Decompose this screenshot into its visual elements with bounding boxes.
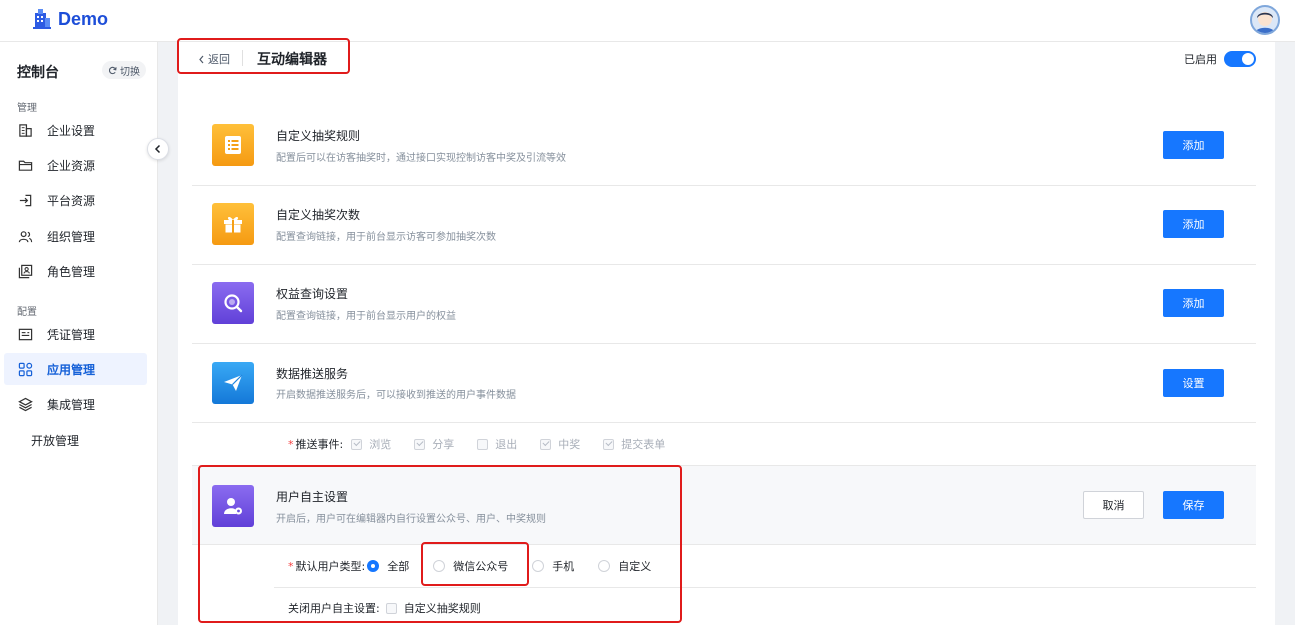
section-config: 配置 bbox=[17, 307, 37, 318]
chevron-left-icon bbox=[154, 144, 161, 154]
sidebar-item-platform-resources[interactable]: 平台资源 bbox=[4, 184, 147, 216]
switch-label: 切换 bbox=[120, 66, 140, 78]
item-desc: 配置查询链接，用于前台显示用户的权益 bbox=[276, 311, 456, 322]
gift-icon bbox=[212, 203, 254, 245]
logo-text: Demo bbox=[58, 8, 109, 29]
id-card-icon bbox=[18, 264, 33, 278]
radio-custom[interactable] bbox=[598, 560, 611, 572]
user-gear-icon bbox=[212, 485, 254, 527]
sidebar-item-open-management[interactable]: 开放管理 bbox=[31, 432, 79, 449]
item-title: 自定义抽奖次数 bbox=[276, 208, 361, 222]
sidebar-item-label: 企业设置 bbox=[47, 123, 96, 138]
list-item-data-push: 数据推送服务 开启数据推送服务后，可以接收到推送的用户事件数据 设置 bbox=[192, 344, 1256, 423]
sidebar-item-label: 组织管理 bbox=[47, 229, 96, 244]
radio-wechat-official[interactable] bbox=[433, 560, 446, 572]
push-events-row: * 推送事件: 浏览 分享 退出 中奖 提交表单 bbox=[288, 437, 666, 452]
item-desc: 开启数据推送服务后，可以接收到推送的用户事件数据 bbox=[276, 390, 516, 401]
header-divider bbox=[242, 50, 243, 66]
chevron-left-icon bbox=[199, 55, 204, 63]
radio-phone[interactable] bbox=[532, 560, 545, 572]
sidebar-item-label: 角色管理 bbox=[47, 264, 96, 279]
row-divider bbox=[274, 544, 1256, 545]
save-button[interactable]: 保存 bbox=[1163, 491, 1224, 519]
list-icon bbox=[212, 124, 254, 166]
add-button[interactable]: 添加 bbox=[1163, 131, 1224, 159]
item-desc: 开启后，用户可在编辑器内自行设置公众号、用户、中奖规则 bbox=[276, 514, 546, 525]
console-title: 控制台 bbox=[17, 65, 59, 81]
item-desc: 配置后可以在访客抽奖时，通过接口实现控制访客中奖及引流等效 bbox=[276, 153, 566, 164]
close-custom-lottery-rule-checkbox[interactable] bbox=[385, 602, 397, 614]
push-event-checkbox-exit[interactable] bbox=[477, 438, 489, 450]
apps-grid-icon bbox=[18, 362, 33, 376]
list-item-benefit-query: 权益查询设置 配置查询链接，用于前台显示用户的权益 添加 bbox=[192, 265, 1256, 344]
sidebar-item-label: 应用管理 bbox=[47, 362, 96, 377]
enabled-toggle[interactable] bbox=[1224, 51, 1256, 67]
default-user-type-label: 默认用户类型: bbox=[295, 560, 366, 573]
building-logo-icon bbox=[32, 8, 52, 30]
close-user-setting-label: 关闭用户自主设置: bbox=[288, 602, 380, 615]
login-icon bbox=[19, 194, 32, 206]
sidebar-item-app-management[interactable]: 应用管理 bbox=[4, 353, 147, 385]
list-item-custom-lottery-rule: 自定义抽奖规则 配置后可以在访客抽奖时，通过接口实现控制访客中奖及引流等效 添加 bbox=[192, 106, 1256, 186]
back-button[interactable]: 返回 bbox=[198, 51, 230, 67]
radio-all[interactable] bbox=[367, 560, 380, 572]
row-divider bbox=[274, 587, 1256, 588]
sidebar: 控制台 切换 管理 企业设置 企业资源 平台资源 组织管理 角色管理 配置 凭证… bbox=[0, 42, 158, 625]
page-title: 互动编辑器 bbox=[257, 52, 327, 68]
refresh-icon bbox=[108, 66, 117, 74]
logo[interactable]: Demo bbox=[32, 8, 108, 30]
default-user-type-row: * 默认用户类型: 全部 微信公众号 手机 自定义 bbox=[288, 559, 652, 574]
close-user-setting-row: 关闭用户自主设置: 自定义抽奖规则 bbox=[288, 602, 481, 615]
sidebar-item-label: 凭证管理 bbox=[47, 327, 96, 342]
sidebar-item-roles[interactable]: 角色管理 bbox=[4, 255, 147, 287]
paper-plane-icon bbox=[212, 362, 254, 404]
item-title: 权益查询设置 bbox=[276, 287, 349, 301]
push-event-checkbox-share[interactable] bbox=[414, 438, 426, 450]
sidebar-item-credentials[interactable]: 凭证管理 bbox=[4, 318, 147, 350]
push-event-checkbox-submit-form[interactable] bbox=[603, 438, 615, 450]
sidebar-item-enterprise-resources[interactable]: 企业资源 bbox=[4, 149, 147, 181]
avatar-face-icon bbox=[1255, 12, 1275, 33]
credential-icon bbox=[18, 328, 33, 340]
sidebar-item-integration[interactable]: 集成管理 bbox=[4, 388, 147, 420]
folder-icon bbox=[18, 160, 33, 171]
page-gutter bbox=[1275, 42, 1295, 625]
sidebar-item-label: 平台资源 bbox=[47, 193, 96, 208]
item-title: 自定义抽奖规则 bbox=[276, 129, 361, 143]
switch-button[interactable]: 切换 bbox=[102, 61, 146, 79]
building-icon bbox=[19, 123, 32, 137]
list-item-custom-lottery-count: 自定义抽奖次数 配置查询链接，用于前台显示访客可参加抽奖次数 添加 bbox=[192, 186, 1256, 265]
sidebar-item-organization[interactable]: 组织管理 bbox=[4, 220, 147, 252]
sidebar-item-label: 集成管理 bbox=[47, 397, 96, 412]
collapse-sidebar-button[interactable] bbox=[147, 138, 169, 160]
push-event-checkbox-win[interactable] bbox=[540, 438, 552, 450]
section-manage: 管理 bbox=[17, 103, 37, 114]
page-header: 返回 互动编辑器 已启用 bbox=[178, 42, 1275, 76]
layers-icon bbox=[18, 397, 33, 411]
magnifier-icon bbox=[212, 282, 254, 324]
back-label: 返回 bbox=[208, 53, 230, 66]
item-title: 用户自主设置 bbox=[276, 490, 349, 504]
users-icon bbox=[18, 230, 33, 242]
list-item-user-self-setting: 用户自主设置 开启后，用户可在编辑器内自行设置公众号、用户、中奖规则 取消 保存 bbox=[192, 465, 1256, 545]
add-button[interactable]: 添加 bbox=[1163, 210, 1224, 238]
push-events-label: 推送事件: bbox=[295, 438, 344, 451]
settings-button[interactable]: 设置 bbox=[1163, 369, 1224, 397]
push-event-checkbox-browse[interactable] bbox=[351, 438, 363, 450]
add-button[interactable]: 添加 bbox=[1163, 289, 1224, 317]
top-bar: Demo bbox=[0, 0, 1295, 42]
cancel-button[interactable]: 取消 bbox=[1083, 491, 1144, 519]
item-title: 数据推送服务 bbox=[276, 367, 349, 381]
item-desc: 配置查询链接，用于前台显示访客可参加抽奖次数 bbox=[276, 232, 496, 243]
main-content: 返回 互动编辑器 已启用 自定义抽奖规则 配置后可以在访客抽奖时，通过接口实现控… bbox=[178, 42, 1275, 625]
sidebar-item-label: 企业资源 bbox=[47, 158, 96, 173]
user-avatar[interactable] bbox=[1250, 5, 1280, 35]
enabled-label: 已启用 bbox=[1184, 53, 1217, 66]
sidebar-item-enterprise-settings[interactable]: 企业设置 bbox=[4, 114, 147, 146]
